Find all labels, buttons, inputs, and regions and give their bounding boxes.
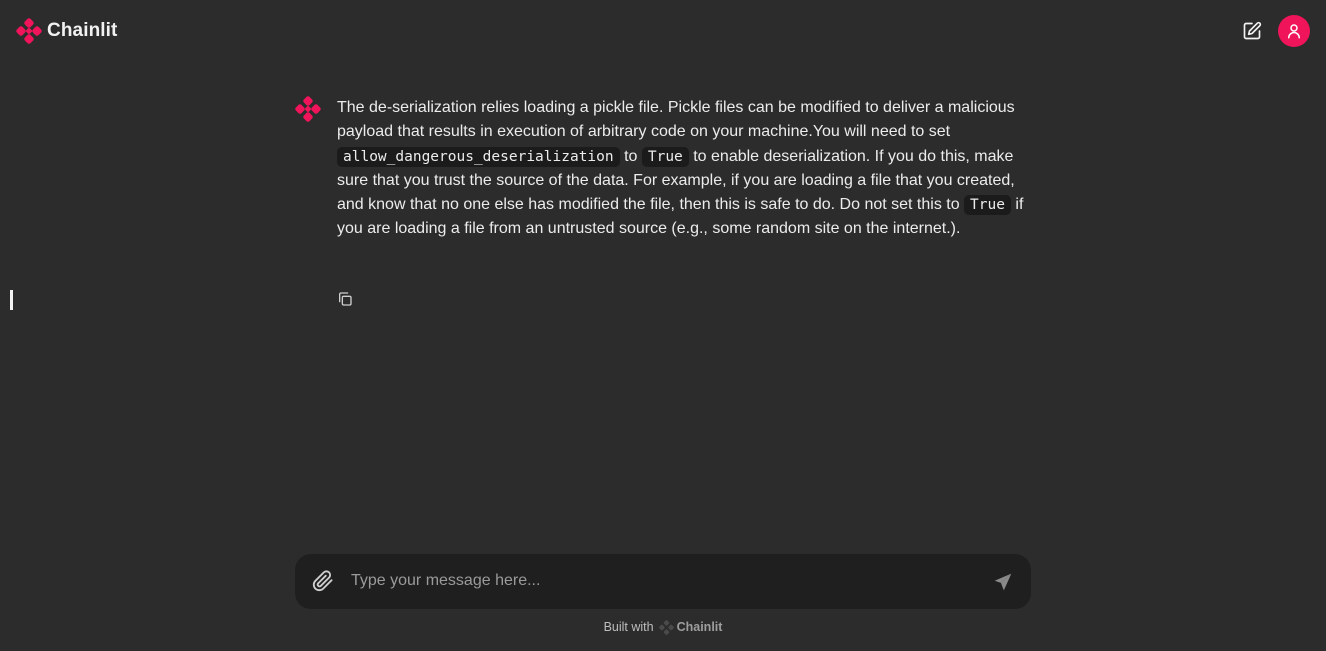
- send-button[interactable]: [992, 571, 1014, 593]
- message-text-part: The de-serialization relies loading a pi…: [337, 99, 1015, 141]
- footer-brand-link[interactable]: Chainlit: [658, 619, 723, 635]
- user-menu-button[interactable]: [1278, 15, 1310, 47]
- text-cursor: [10, 290, 13, 310]
- built-with-label: Built with: [603, 620, 654, 634]
- message-composer: [295, 554, 1031, 609]
- copy-button[interactable]: [335, 289, 355, 309]
- inline-code: allow_dangerous_deserialization: [337, 146, 620, 167]
- app-name: Chainlit: [47, 20, 118, 41]
- footer: Built with Chainlit: [0, 617, 1326, 637]
- inline-code: True: [641, 146, 689, 167]
- message-text-part: to: [619, 147, 642, 165]
- paperclip-icon: [312, 570, 333, 592]
- message-input[interactable]: [351, 569, 971, 593]
- footer-brand-name: Chainlit: [676, 620, 723, 634]
- new-chat-button[interactable]: [1238, 17, 1266, 45]
- user-icon: [1288, 24, 1300, 39]
- attach-file-button[interactable]: [311, 569, 335, 593]
- header: Chainlit: [0, 0, 1326, 62]
- copy-icon: [339, 292, 352, 306]
- app-logo[interactable]: Chainlit: [16, 17, 117, 45]
- message-text: The de-serialization relies loading a pi…: [337, 96, 1031, 242]
- chainlit-logo-icon: [16, 18, 42, 44]
- chainlit-logo-icon: [295, 96, 321, 122]
- chainlit-logo-icon: [658, 619, 674, 635]
- inline-code: True: [964, 195, 1011, 216]
- send-icon: [994, 573, 1012, 591]
- edit-icon: [1243, 21, 1262, 40]
